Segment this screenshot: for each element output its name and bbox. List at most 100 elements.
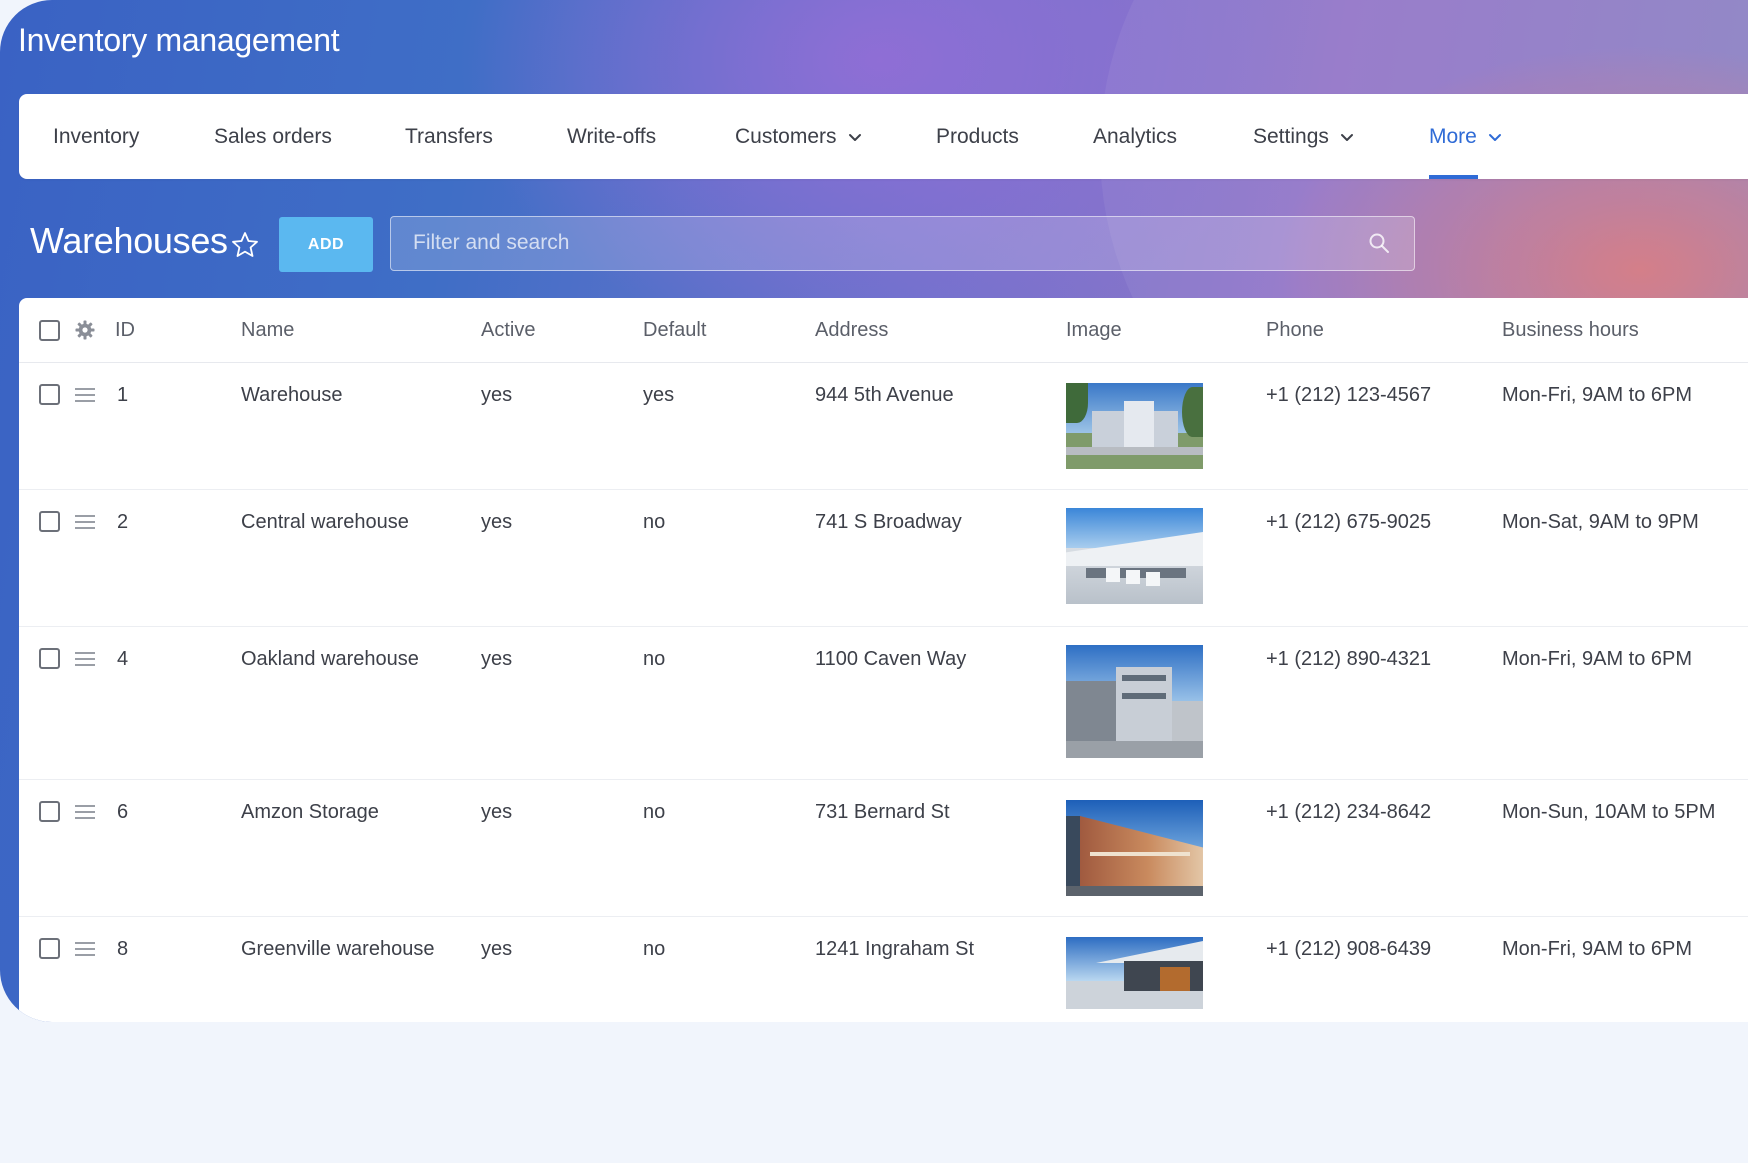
image-truck bbox=[1126, 570, 1140, 584]
warehouses-table: ID Name Active Default Address Image Pho… bbox=[19, 298, 1748, 1022]
nav-item-analytics[interactable]: Analytics bbox=[1093, 94, 1177, 179]
nav-item-label: More bbox=[1429, 124, 1477, 148]
image-truck bbox=[1146, 572, 1160, 586]
cell-default: yes bbox=[643, 384, 675, 406]
search-box bbox=[390, 216, 1415, 271]
cell-default: no bbox=[643, 511, 666, 533]
column-header-image[interactable]: Image bbox=[1066, 298, 1122, 362]
cell-active: yes bbox=[481, 648, 513, 670]
image-window-band bbox=[1122, 675, 1166, 681]
cell-id: 1 bbox=[117, 384, 129, 406]
nav-item-label: Sales orders bbox=[214, 124, 332, 148]
column-header-business-hours[interactable]: Business hours bbox=[1502, 298, 1639, 362]
cell-address: 741 S Broadway bbox=[815, 511, 962, 533]
cell-active: yes bbox=[481, 801, 513, 823]
cell-active: yes bbox=[481, 938, 513, 960]
cell-phone: +1 (212) 234-8642 bbox=[1266, 801, 1432, 823]
cell-business-hours: Mon-Sat, 9AM to 9PM bbox=[1502, 511, 1699, 533]
cell-address: 731 Bernard St bbox=[815, 801, 950, 823]
cell-name: Oakland warehouse bbox=[241, 648, 419, 670]
column-header-active[interactable]: Active bbox=[481, 298, 535, 362]
star-icon[interactable] bbox=[230, 230, 260, 260]
page-title: Warehouses bbox=[30, 220, 228, 261]
cell-default: no bbox=[643, 648, 666, 670]
nav-item-label: Products bbox=[936, 124, 1019, 148]
cell-phone: +1 (212) 890-4321 bbox=[1266, 648, 1432, 670]
image-building bbox=[1172, 701, 1203, 741]
column-header-default[interactable]: Default bbox=[643, 298, 706, 362]
column-header-id[interactable]: ID bbox=[115, 298, 135, 362]
cell-default: no bbox=[643, 801, 666, 823]
cell-business-hours: Mon-Fri, 9AM to 6PM bbox=[1502, 384, 1693, 406]
nav-item-inventory[interactable]: Inventory bbox=[53, 94, 139, 179]
chevron-down-icon bbox=[848, 133, 861, 141]
cell-phone: +1 (212) 123-4567 bbox=[1266, 384, 1432, 406]
active-tab-indicator bbox=[1429, 175, 1478, 179]
image-doorway bbox=[1160, 967, 1190, 991]
cell-id: 2 bbox=[117, 511, 129, 533]
nav-item-more[interactable]: More bbox=[1429, 94, 1502, 179]
select-all-checkbox[interactable] bbox=[39, 320, 60, 341]
drag-handle-icon[interactable] bbox=[75, 651, 95, 667]
row-checkbox[interactable] bbox=[39, 384, 60, 405]
warehouse-image[interactable] bbox=[1066, 937, 1203, 1009]
drag-handle-icon[interactable] bbox=[75, 514, 95, 530]
search-input[interactable] bbox=[391, 217, 1351, 269]
image-building-tower bbox=[1124, 401, 1154, 447]
nav-item-settings[interactable]: Settings bbox=[1253, 94, 1354, 179]
image-window-band bbox=[1090, 852, 1190, 856]
row-checkbox[interactable] bbox=[39, 511, 60, 532]
cell-name: Central warehouse bbox=[241, 511, 409, 533]
nav-item-write-offs[interactable]: Write-offs bbox=[567, 94, 656, 179]
row-checkbox[interactable] bbox=[39, 648, 60, 669]
gear-icon[interactable] bbox=[75, 320, 95, 340]
image-window-band bbox=[1122, 693, 1166, 699]
table-header: ID Name Active Default Address Image Pho… bbox=[19, 298, 1748, 363]
image-building bbox=[1066, 816, 1080, 886]
add-button[interactable]: ADD bbox=[279, 217, 373, 272]
warehouse-image[interactable] bbox=[1066, 383, 1203, 469]
nav-item-label: Transfers bbox=[405, 124, 493, 148]
row-checkbox[interactable] bbox=[39, 801, 60, 822]
nav-item-customers[interactable]: Customers bbox=[735, 94, 862, 179]
cell-active: yes bbox=[481, 511, 513, 533]
cell-business-hours: Mon-Fri, 9AM to 6PM bbox=[1502, 938, 1693, 960]
drag-handle-icon[interactable] bbox=[75, 941, 95, 957]
drag-handle-icon[interactable] bbox=[75, 804, 95, 820]
column-header-name[interactable]: Name bbox=[241, 298, 294, 362]
app-title: Inventory management bbox=[18, 22, 340, 58]
nav-item-label: Analytics bbox=[1093, 124, 1178, 148]
image-truck bbox=[1106, 568, 1120, 582]
table-row[interactable]: 1 Warehouse yes yes 944 5th Avenue +1 (2… bbox=[19, 363, 1748, 490]
warehouse-image[interactable] bbox=[1066, 800, 1203, 896]
cell-id: 6 bbox=[117, 801, 129, 823]
table-row[interactable]: 4 Oakland warehouse yes no 1100 Caven Wa… bbox=[19, 627, 1748, 780]
top-navigation: Inventory Sales orders Transfers Write-o… bbox=[19, 94, 1748, 179]
nav-item-transfers[interactable]: Transfers bbox=[405, 94, 493, 179]
cell-address: 944 5th Avenue bbox=[815, 384, 954, 406]
app-header-background: Inventory management Inventory Sales ord… bbox=[0, 0, 1748, 1022]
image-tree bbox=[1066, 383, 1088, 423]
warehouse-image[interactable] bbox=[1066, 645, 1203, 758]
cell-active: yes bbox=[481, 384, 513, 406]
cell-id: 4 bbox=[117, 648, 129, 670]
column-header-phone[interactable]: Phone bbox=[1266, 298, 1324, 362]
nav-item-label: Settings bbox=[1253, 124, 1329, 148]
image-tree bbox=[1182, 387, 1203, 437]
cell-address: 1241 Ingraham St bbox=[815, 938, 974, 960]
search-icon[interactable] bbox=[1368, 232, 1390, 254]
chevron-down-icon bbox=[1340, 133, 1353, 141]
nav-item-sales-orders[interactable]: Sales orders bbox=[214, 94, 332, 179]
table-row[interactable]: 2 Central warehouse yes no 741 S Broadwa… bbox=[19, 490, 1748, 627]
cell-name: Warehouse bbox=[241, 384, 343, 406]
table-row[interactable]: 6 Amzon Storage yes no 731 Bernard St +1… bbox=[19, 780, 1748, 917]
nav-item-label: Inventory bbox=[53, 124, 140, 148]
drag-handle-icon[interactable] bbox=[75, 387, 95, 403]
row-checkbox[interactable] bbox=[39, 938, 60, 959]
nav-item-label: Customers bbox=[735, 124, 837, 148]
cell-id: 8 bbox=[117, 938, 129, 960]
table-row[interactable]: 8 Greenville warehouse yes no 1241 Ingra… bbox=[19, 917, 1748, 1022]
nav-item-products[interactable]: Products bbox=[936, 94, 1019, 179]
column-header-address[interactable]: Address bbox=[815, 298, 888, 362]
warehouse-image[interactable] bbox=[1066, 508, 1203, 604]
